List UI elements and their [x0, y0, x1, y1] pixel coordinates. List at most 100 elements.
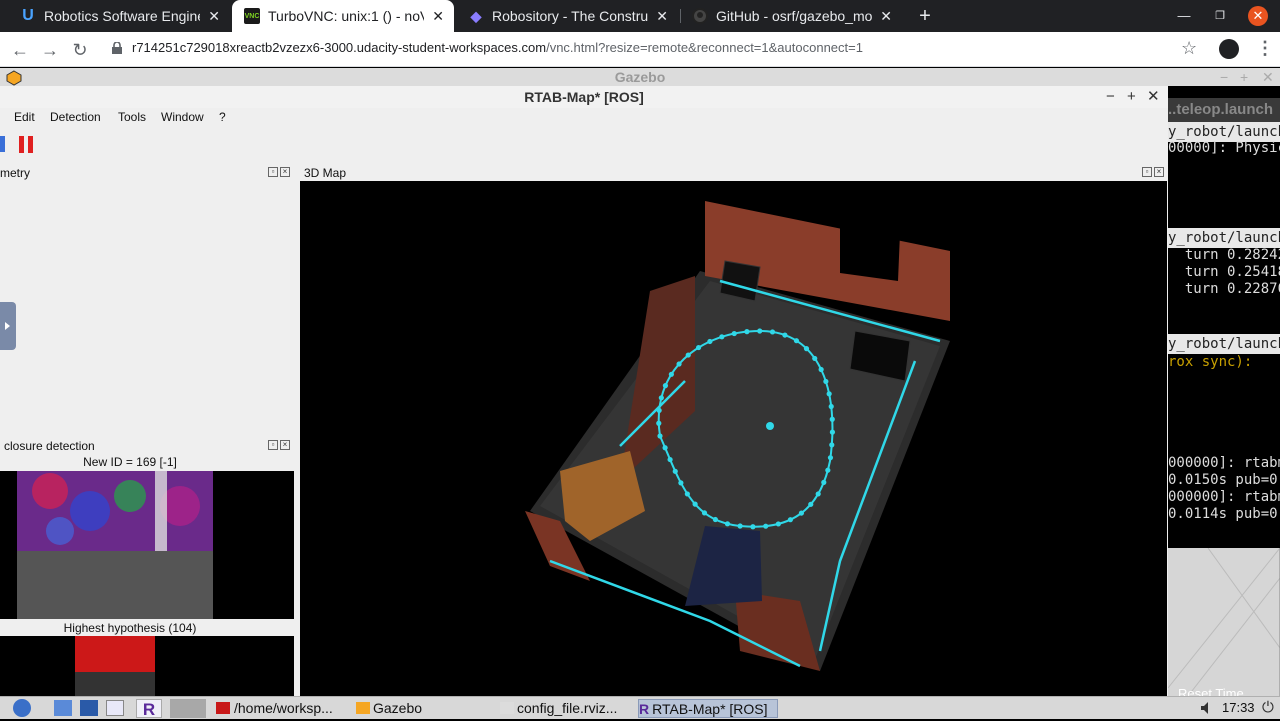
close-dock-icon[interactable]: ×: [1154, 167, 1164, 177]
terminal-icon: [216, 702, 230, 714]
r-launcher-button[interactable]: R: [136, 699, 162, 719]
trajectory-node: [829, 442, 835, 448]
close-tab-icon[interactable]: ✕: [880, 8, 892, 25]
gazebo-window-title: Gazebo: [0, 68, 1280, 86]
close-window-icon[interactable]: ✕: [1248, 6, 1268, 26]
udacity-icon: U: [22, 7, 34, 24]
new-tab-button[interactable]: +: [913, 4, 937, 28]
task-terminal[interactable]: /home/worksp...: [216, 699, 333, 718]
trajectory-node: [668, 371, 674, 377]
empty-task-slot[interactable]: [170, 699, 206, 718]
profile-avatar-icon[interactable]: [1219, 39, 1239, 59]
task-rtabmap[interactable]: R RTAB-Map* [ROS]: [638, 699, 778, 718]
doorway: [840, 221, 900, 281]
trajectory-node: [657, 433, 663, 439]
gazebo-maximize-icon[interactable]: +: [1240, 68, 1248, 86]
terminal-line: 0.0150s pub=0: [1168, 472, 1278, 488]
window-list-icon[interactable]: [106, 700, 124, 716]
close-tab-icon[interactable]: ✕: [656, 8, 668, 25]
tab-robotics[interactable]: U Robotics Software Engine ✕: [8, 0, 230, 32]
trajectory-node: [829, 416, 835, 422]
menu-detection[interactable]: Detection: [50, 110, 101, 124]
settings-icon[interactable]: [80, 700, 98, 716]
power-icon[interactable]: ⏻: [1262, 699, 1274, 716]
volume-icon[interactable]: [1200, 701, 1214, 715]
task-gazebo[interactable]: Gazebo: [356, 699, 422, 718]
trajectory-node: [793, 338, 800, 344]
gazebo-close-icon[interactable]: ✕: [1262, 68, 1274, 86]
tab-robository[interactable]: ◆ Robository - The Construc ✕: [456, 0, 678, 32]
trajectory-node: [808, 501, 814, 507]
terminal-tab-header[interactable]: y_robot/launch/m: [1168, 334, 1280, 354]
trajectory-node: [667, 456, 673, 463]
menu-tools[interactable]: Tools: [118, 110, 146, 124]
float-dock-icon[interactable]: ▫: [268, 440, 278, 450]
terminal-tab-header[interactable]: y_robot/launch/te: [1168, 228, 1280, 248]
trajectory-node: [821, 479, 827, 485]
rtabmap-maximize-icon[interactable]: +: [1127, 86, 1136, 108]
close-tab-icon[interactable]: ✕: [432, 8, 444, 25]
close-dock-icon[interactable]: ×: [280, 167, 290, 177]
side-handle-icon[interactable]: [0, 302, 16, 350]
trajectory-node: [692, 501, 698, 507]
terminal-tab-header[interactable]: y_robot/launch/w: [1168, 122, 1280, 142]
float-dock-icon[interactable]: ▫: [1142, 167, 1152, 177]
odometry-dock-buttons[interactable]: ▫ ×: [266, 166, 290, 177]
trajectory-node: [787, 517, 794, 523]
task-rviz[interactable]: config_file.rviz...: [500, 699, 617, 718]
new-id-caption: New ID = 169 [-1]: [83, 455, 177, 469]
rtabmap-toolbar: [0, 126, 1168, 162]
files-icon[interactable]: [54, 700, 72, 716]
terminal-line: 00000]: Physic: [1168, 140, 1280, 156]
terminal-line: 000000]: rtabm: [1168, 455, 1280, 471]
close-tab-icon[interactable]: ✕: [208, 8, 220, 25]
restore-window-icon[interactable]: ❐: [1202, 0, 1238, 32]
menu-window[interactable]: Window: [161, 110, 204, 124]
clock: 17:33: [1222, 700, 1255, 715]
reload-icon[interactable]: ↻: [68, 38, 92, 62]
highest-hypothesis-caption: Highest hypothesis (104): [63, 621, 197, 635]
gazebo-minimize-icon[interactable]: −: [1220, 68, 1228, 86]
gazebo-view-panel[interactable]: [1168, 548, 1280, 696]
trajectory-node: [731, 330, 737, 337]
map3d-dock-title: 3D Map: [304, 166, 347, 180]
start-menu-icon[interactable]: [10, 698, 34, 718]
new-id-image: [0, 471, 294, 619]
map3d-view[interactable]: [300, 181, 1167, 696]
rtabmap-window: RTAB-Map* [ROS] − + ✕ Edit Detection Too…: [0, 86, 1168, 696]
float-dock-icon[interactable]: ▫: [268, 167, 278, 177]
address-bar[interactable]: r714251c729018xreactb2vzezx6-3000.udacit…: [132, 40, 863, 55]
map3d-dock-buttons[interactable]: ▫ ×: [1140, 166, 1164, 177]
minimize-window-icon[interactable]: —: [1166, 0, 1202, 32]
browser-menu-icon[interactable]: ⋮: [1256, 38, 1274, 59]
trajectory-node: [678, 480, 684, 486]
rtabmap-close-icon[interactable]: ✕: [1147, 86, 1160, 108]
close-dock-icon[interactable]: ×: [280, 440, 290, 450]
loop-closure-panel: closure detection ▫ × New ID = 169 [-1] H…: [0, 436, 296, 696]
bookmark-star-icon[interactable]: ☆: [1181, 38, 1197, 59]
trajectory-node: [676, 361, 682, 367]
trajectory-node: [782, 332, 788, 338]
trajectory-node: [815, 491, 821, 497]
menu-help[interactable]: ?: [219, 110, 226, 124]
back-icon[interactable]: ←: [8, 38, 32, 62]
tab-turbovnc[interactable]: VNC TurboVNC: unix:1 () - noV ✕: [232, 0, 454, 32]
rtabmap-minimize-icon[interactable]: −: [1106, 86, 1115, 108]
map3d-scene: [525, 201, 950, 671]
trajectory-node: [829, 429, 836, 435]
pause-icon[interactable]: [18, 136, 34, 153]
forward-icon[interactable]: →: [38, 38, 62, 62]
start-icon[interactable]: [0, 136, 5, 152]
trajectory-node: [803, 346, 810, 352]
trajectory-node: [707, 338, 713, 345]
tab-github[interactable]: GitHub - osrf/gazebo_mo ✕: [680, 0, 902, 32]
trajectory-node: [685, 352, 691, 358]
menu-edit[interactable]: Edit: [14, 110, 35, 124]
loop-dock-buttons[interactable]: ▫ ×: [266, 439, 290, 450]
trajectory-node: [684, 491, 690, 497]
trajectory-node: [757, 328, 763, 334]
terminal-line: 000000]: rtabm: [1168, 489, 1280, 505]
trajectory-node: [696, 344, 702, 351]
rtabmap-menubar: Edit Detection Tools Window ?: [0, 108, 1168, 126]
rtabmap-title: RTAB-Map* [ROS]: [0, 86, 1168, 108]
